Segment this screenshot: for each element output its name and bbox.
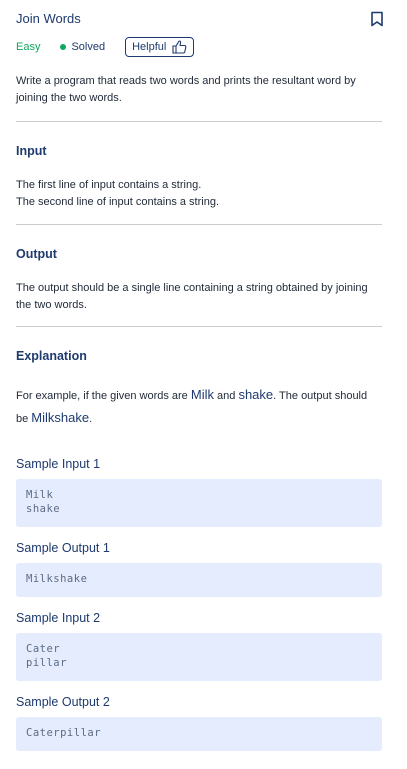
explanation-text-part: and [213, 390, 239, 402]
highlight-word: Milk [190, 387, 214, 402]
sample-input-1-label: Sample Input 1 [16, 457, 101, 471]
status-dot-icon [60, 44, 67, 50]
problem-description: Write a program that reads two words and… [16, 75, 356, 104]
highlight-word: Milkshake [31, 410, 90, 425]
divider [16, 224, 382, 225]
thumbs-up-icon [172, 40, 187, 54]
explanation-heading: Explanation [16, 349, 87, 363]
explanation-text-part: . [89, 413, 93, 425]
helpful-label: Helpful [132, 41, 167, 53]
highlight-word: shake [238, 387, 274, 402]
divider [16, 121, 382, 122]
sample-input-2-box[interactable]: Cater pillar [16, 633, 382, 681]
problem-title: Join Words [16, 11, 81, 26]
sample-input-1-box[interactable]: Milk shake [16, 479, 382, 527]
helpful-button[interactable]: Helpful [125, 37, 195, 57]
input-line-2: The second line of input contains a stri… [16, 196, 220, 208]
bookmark-icon[interactable] [370, 11, 384, 27]
status-label: Solved [71, 41, 106, 53]
output-description: The output should be a single line conta… [16, 282, 368, 311]
sample-output-2-label: Sample Output 2 [16, 695, 110, 709]
output-heading: Output [16, 247, 57, 261]
sample-input-2-label: Sample Input 2 [16, 611, 101, 625]
explanation-text: For example, if the given words are Milk… [16, 384, 376, 430]
input-heading: Input [16, 144, 47, 158]
divider [16, 326, 382, 327]
problem-meta: Easy Solved Helpful [16, 36, 195, 58]
explanation-text-part: For example, if the given words are [16, 390, 191, 402]
input-description: The first line of input contains a strin… [16, 177, 376, 211]
sample-output-1-box[interactable]: Milkshake [16, 563, 382, 597]
input-line-1: The first line of input contains a strin… [16, 179, 202, 191]
status-badge: Solved [60, 41, 105, 53]
title-row: Join Words [16, 10, 384, 30]
sample-output-2-box[interactable]: Caterpillar [16, 717, 382, 751]
difficulty-badge: Easy [16, 41, 41, 53]
sample-output-1-label: Sample Output 1 [16, 541, 110, 555]
